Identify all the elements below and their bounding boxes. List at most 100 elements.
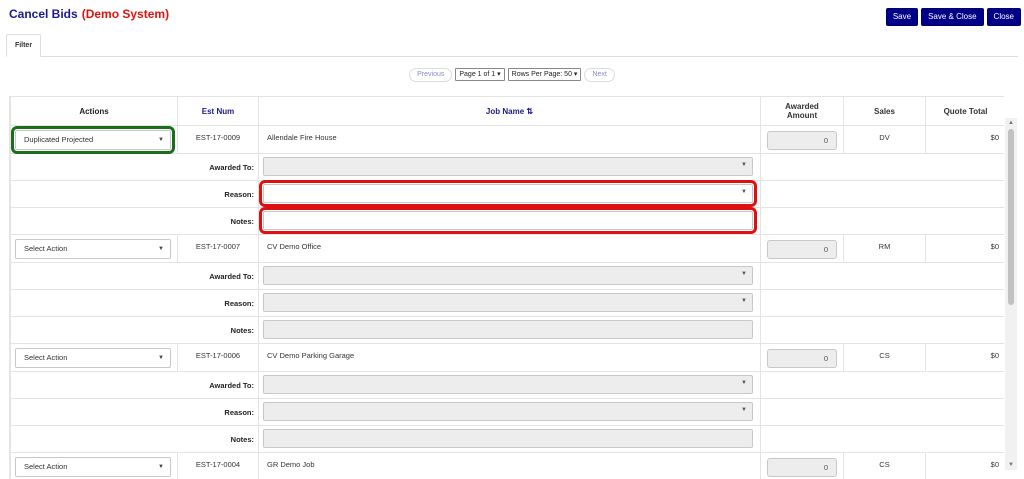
awarded-amount-input[interactable]: 0 (767, 458, 837, 477)
awarded-to-label: Awarded To: (10, 153, 259, 181)
reason-label: Reason: (10, 180, 259, 208)
reason-cell: ▼ (258, 289, 761, 317)
actions-cell: Duplicated Projected ▼ (10, 125, 178, 154)
job-name-cell: GR Demo Job (258, 452, 761, 479)
awarded-amount-cell: 0 (760, 234, 844, 263)
action-select[interactable]: Select Action ▼ (15, 457, 171, 477)
sort-icon[interactable]: ⇅ (526, 107, 533, 116)
table-header-row: Actions Est Num Job Name ⇅ Awarded Amount… (10, 96, 1004, 126)
notes-input[interactable] (259, 207, 757, 234)
col-header-est-num[interactable]: Est Num (177, 96, 259, 126)
notes-input[interactable] (263, 429, 753, 448)
rows-per-page-select[interactable]: Rows Per Page: 50 ▾ (507, 68, 582, 81)
chevron-down-icon: ▼ (158, 464, 164, 470)
reason-cell: ▼ (258, 398, 761, 426)
page-title-text: Cancel Bids (9, 7, 78, 21)
awarded-amount-input[interactable]: 0 (767, 240, 837, 259)
awarded-to-select[interactable]: ▼ (263, 157, 753, 176)
action-select-value: Select Action (24, 353, 68, 362)
action-select-value: Select Action (24, 462, 68, 471)
empty-cell (760, 425, 1004, 453)
col-header-sales: Sales (843, 96, 926, 126)
action-select[interactable]: Select Action ▼ (15, 348, 171, 368)
actions-cell: Select Action ▼ (10, 452, 178, 479)
empty-cell (760, 207, 1004, 235)
job-name-cell: CV Demo Parking Garage (258, 343, 761, 372)
est-num-cell: EST-17-0006 (177, 343, 259, 372)
tab-filter[interactable]: Filter (6, 34, 41, 57)
reason-label: Reason: (10, 398, 259, 426)
action-select[interactable]: Duplicated Projected ▼ (11, 126, 175, 154)
table-row: Select Action ▼ EST-17-0006 CV Demo Parki… (10, 343, 1004, 372)
empty-cell (760, 153, 1004, 181)
reason-select[interactable]: ▼ (263, 402, 753, 421)
col-header-quote-total: Quote Total (925, 96, 1004, 126)
quote-total-cell: $0 (925, 234, 1004, 263)
tab-bar: Filter (6, 34, 1018, 57)
awarded-amount-input[interactable]: 0 (767, 349, 837, 368)
sales-cell: CS (843, 452, 926, 479)
reason-row: Reason: ▼ (10, 289, 1004, 317)
awarded-amount-cell: 0 (760, 125, 844, 154)
scrollbar-thumb[interactable] (1008, 129, 1014, 305)
col-header-awarded-amount: Awarded Amount (760, 96, 844, 126)
empty-cell (760, 316, 1004, 344)
quote-total-cell: $0 (925, 452, 1004, 479)
col-header-awarded-line1: Awarded (785, 102, 819, 111)
pagination-bar: Previous Page 1 of 1 ▾ Rows Per Page: 50… (0, 68, 1024, 82)
reason-label: Reason: (10, 289, 259, 317)
previous-page-button[interactable]: Previous (409, 68, 453, 82)
chevron-down-icon: ▼ (741, 271, 747, 277)
job-name-cell: CV Demo Office (258, 234, 761, 263)
action-select[interactable]: Select Action ▼ (15, 239, 171, 259)
awarded-to-label: Awarded To: (10, 262, 259, 290)
empty-cell (760, 262, 1004, 290)
chevron-down-icon: ▼ (158, 137, 164, 143)
top-toolbar: Save Save & Close Close (885, 8, 1021, 26)
reason-select[interactable]: ▼ (259, 180, 757, 207)
awarded-to-row: Awarded To: ▼ (10, 153, 1004, 181)
page-select[interactable]: Page 1 of 1 ▾ (455, 68, 505, 81)
actions-cell: Select Action ▼ (10, 343, 178, 372)
save-close-button[interactable]: Save & Close (921, 8, 984, 26)
scroll-down-icon[interactable]: ▼ (1005, 460, 1017, 470)
empty-cell (760, 289, 1004, 317)
table-row: Duplicated Projected ▼ EST-17-0009 Allend… (10, 125, 1004, 154)
empty-cell (760, 371, 1004, 399)
notes-row: Notes: (10, 425, 1004, 453)
close-button[interactable]: Close (986, 8, 1021, 26)
next-page-button[interactable]: Next (584, 68, 615, 82)
awarded-to-select[interactable]: ▼ (263, 266, 753, 285)
demo-system-tag: (Demo System) (81, 7, 170, 21)
est-num-cell: EST-17-0007 (177, 234, 259, 263)
chevron-down-icon: ▼ (741, 380, 747, 386)
awarded-to-cell: ▼ (258, 262, 761, 290)
col-header-awarded-line2: Amount (786, 111, 818, 120)
reason-select[interactable]: ▼ (263, 293, 753, 312)
awarded-to-select[interactable]: ▼ (263, 375, 753, 394)
scroll-up-icon[interactable]: ▲ (1005, 118, 1017, 128)
awarded-to-cell: ▼ (258, 371, 761, 399)
est-num-cell: EST-17-0004 (177, 452, 259, 479)
job-name-cell: Allendale Fire House (258, 125, 761, 154)
col-header-job-name[interactable]: Job Name ⇅ (258, 96, 761, 126)
notes-row: Notes: (10, 207, 1004, 235)
save-button[interactable]: Save (885, 8, 919, 26)
sales-cell: DV (843, 125, 926, 154)
notes-input[interactable] (263, 320, 753, 339)
action-select-value: Select Action (24, 244, 68, 253)
reason-cell: ▼ (258, 180, 761, 208)
table-row: Select Action ▼ EST-17-0004 GR Demo Job 0… (10, 452, 1004, 479)
awarded-to-cell: ▼ (258, 153, 761, 181)
chevron-down-icon: ▼ (741, 162, 747, 168)
rows-per-page-value: Rows Per Page: 50 (511, 71, 572, 78)
bids-grid: Actions Est Num Job Name ⇅ Awarded Amount… (9, 96, 1004, 479)
grid-scrollbar[interactable]: ▲ ▼ (1005, 118, 1017, 470)
notes-cell (258, 207, 761, 235)
awarded-to-row: Awarded To: ▼ (10, 262, 1004, 290)
action-select-value: Duplicated Projected (24, 135, 94, 144)
awarded-amount-input[interactable]: 0 (767, 131, 837, 150)
notes-label: Notes: (10, 316, 259, 344)
chevron-down-icon: ▼ (741, 298, 747, 304)
quote-total-cell: $0 (925, 343, 1004, 372)
